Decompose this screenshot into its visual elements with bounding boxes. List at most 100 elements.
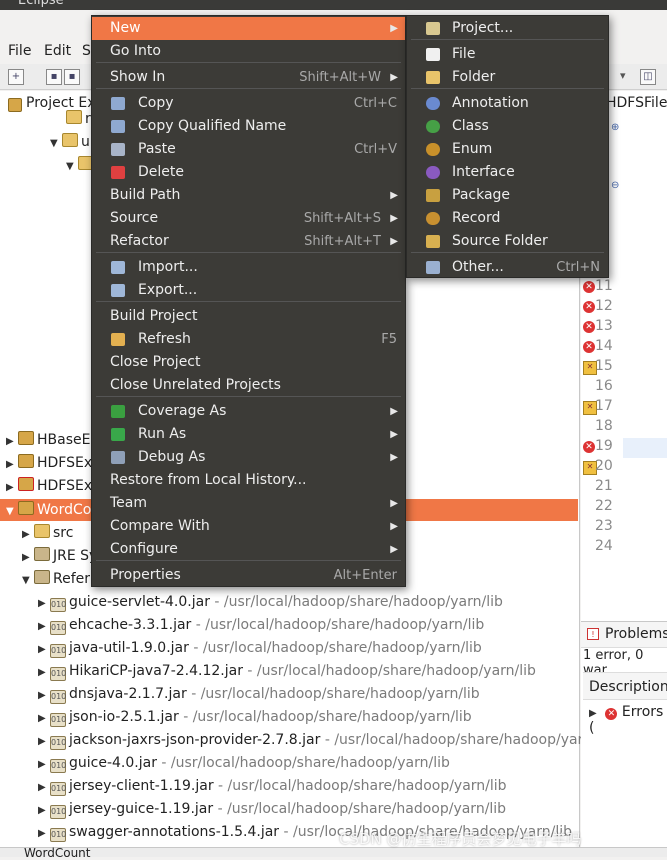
menu-item-restore-from-local-history[interactable]: Restore from Local History... [92, 469, 405, 492]
tree-row-project[interactable]: ▶ HBaseEx [6, 429, 99, 451]
menu-item-build-project[interactable]: Build Project [92, 305, 405, 328]
perspective-icon[interactable]: ◫ [640, 69, 656, 85]
tree-row-project[interactable]: ▶ HDFSEx [6, 475, 92, 497]
save-icon[interactable]: ▪ [46, 69, 62, 85]
editor-tab[interactable]: HDFSFile [606, 95, 667, 117]
chevron-right-icon[interactable]: ▶ [6, 431, 18, 453]
submenu-item-label: Other... [452, 259, 504, 275]
chevron-right-icon[interactable]: ▶ [22, 524, 34, 546]
jar-row[interactable]: ▶ 010 java-util-1.9.0.jar - /usr/local/had… [38, 637, 482, 659]
jar-row[interactable]: ▶ 010 ehcache-3.3.1.jar - /usr/local/hadoo… [38, 614, 484, 636]
chevron-right-icon[interactable]: ▶ [38, 800, 50, 822]
chevron-right-icon[interactable]: ▶ [38, 662, 50, 684]
menu-item-copy[interactable]: Copy Ctrl+C [92, 92, 405, 115]
submenu-item-enum[interactable]: Enum [407, 138, 608, 161]
tree-row-project[interactable]: ▶ HDFSEx [6, 452, 92, 474]
jar-row[interactable]: ▶ 010 guice-4.0.jar - /usr/local/hadoop/sh… [38, 752, 450, 774]
menu-item-coverage-as[interactable]: Coverage As ▶ [92, 400, 405, 423]
tree-row-jre[interactable]: ▶ JRE Sy [22, 545, 97, 567]
chevron-right-icon[interactable]: ▶ [38, 731, 50, 753]
chevron-right-icon[interactable]: ▶ [38, 616, 50, 638]
menu-item-shortcut: Alt+Enter [333, 568, 397, 583]
chevron-right-icon[interactable]: ▶ [38, 754, 50, 776]
jar-row[interactable]: ▶ 010 jersey-guice-1.19.jar - /usr/local/h… [38, 798, 506, 820]
submenu-item-annotation[interactable]: Annotation [407, 92, 608, 115]
jar-row[interactable]: ▶ 010 HikariCP-java7-2.4.12.jar - /usr/loc… [38, 660, 536, 682]
submenu-item-package[interactable]: Package [407, 184, 608, 207]
submenu-item-label: Record [452, 210, 501, 226]
jar-path: - /usr/local/hadoop/share/hadoop/yarn/li… [186, 686, 480, 702]
jar-row[interactable]: ▶ 010 json-io-2.5.1.jar - /usr/local/hadoo… [38, 706, 472, 728]
chevron-down-icon[interactable]: ▾ [620, 69, 626, 82]
jar-row[interactable]: ▶ 010 jersey-client-1.19.jar - /usr/local/… [38, 775, 507, 797]
jar-row[interactable]: ▶ 010 guice-servlet-4.0.jar - /usr/local/h… [38, 591, 503, 613]
chevron-right-icon[interactable]: ▶ [38, 708, 50, 730]
chevron-right-icon[interactable]: ▶ [589, 708, 601, 719]
menu-item-close-project[interactable]: Close Project [92, 351, 405, 374]
menu-item-team[interactable]: Team ▶ [92, 492, 405, 515]
submenu-item-project[interactable]: Project... [407, 17, 608, 40]
line-number: 11 [595, 278, 613, 294]
submenu-item-folder[interactable]: Folder [407, 66, 608, 89]
chevron-right-icon[interactable]: ▶ [38, 639, 50, 661]
menu-item-copy-qualified-name[interactable]: Copy Qualified Name [92, 115, 405, 138]
menu-item-source[interactable]: Source Shift+Alt+S ▶ [92, 207, 405, 230]
menubar-source[interactable]: S [82, 43, 91, 59]
tree-row-fragment[interactable]: ▼ u [50, 131, 90, 153]
tree-row-src[interactable]: ▶ src [22, 522, 73, 544]
fold-collapse-icon[interactable]: ⊖ [611, 180, 619, 191]
problems-tab[interactable]: ! Problems [581, 622, 667, 648]
submenu-item-file[interactable]: File [407, 43, 608, 66]
chevron-down-icon[interactable]: ▼ [50, 133, 62, 155]
chevron-right-icon[interactable]: ▶ [6, 454, 18, 476]
menu-item-configure[interactable]: Configure ▶ [92, 538, 405, 561]
tree-row-project-selected[interactable]: ▼ WordCo [6, 499, 91, 521]
menu-item-show-in[interactable]: Show In Shift+Alt+W ▶ [92, 66, 405, 89]
menu-item-new[interactable]: New ▶ [92, 17, 405, 40]
menu-item-debug-as[interactable]: Debug As ▶ [92, 446, 405, 469]
interface-icon [426, 166, 440, 179]
run-icon [111, 428, 125, 441]
submenu-item-interface[interactable]: Interface [407, 161, 608, 184]
menu-item-run-as[interactable]: Run As ▶ [92, 423, 405, 446]
menu-item-delete[interactable]: Delete [92, 161, 405, 184]
submenu-item-class[interactable]: Class [407, 115, 608, 138]
menu-item-go-into[interactable]: Go Into [92, 40, 405, 63]
menu-item-properties[interactable]: Properties Alt+Enter [92, 564, 405, 587]
menu-item-export[interactable]: Export... [92, 279, 405, 302]
error-marker-icon: ✕ [583, 281, 595, 293]
chevron-right-icon[interactable]: ▶ [38, 823, 50, 845]
save-all-icon[interactable]: ▪ [64, 69, 80, 85]
menu-item-import[interactable]: Import... [92, 256, 405, 279]
chevron-right-icon[interactable]: ▶ [38, 777, 50, 799]
chevron-down-icon[interactable]: ▼ [66, 156, 78, 178]
chevron-right-icon[interactable]: ▶ [38, 593, 50, 615]
chevron-right-icon: ▶ [390, 429, 398, 440]
menubar-file[interactable]: File [8, 43, 31, 59]
menu-item-close-unrelated-projects[interactable]: Close Unrelated Projects [92, 374, 405, 397]
tree-row-referenced-libraries[interactable]: ▼ Refer [22, 568, 90, 590]
menu-item-refresh[interactable]: Refresh F5 [92, 328, 405, 351]
jar-icon: 010 [50, 828, 66, 842]
menubar-edit[interactable]: Edit [44, 43, 71, 59]
chevron-down-icon[interactable]: ▼ [22, 570, 34, 592]
menu-item-build-path[interactable]: Build Path ▶ [92, 184, 405, 207]
menu-item-paste[interactable]: Paste Ctrl+V [92, 138, 405, 161]
chevron-down-icon[interactable]: ▼ [6, 501, 18, 523]
menu-item-label: Team [110, 495, 148, 511]
jar-row[interactable]: ▶ 010 dnsjava-2.1.7.jar - /usr/local/hadoo… [38, 683, 480, 705]
fold-expand-icon[interactable]: ⊕ [611, 122, 619, 133]
submenu-item-record[interactable]: Record [407, 207, 608, 230]
package-explorer-icon [8, 98, 22, 112]
problems-column-header[interactable]: Description [583, 672, 667, 700]
jar-row[interactable]: ▶ 010 jackson-jaxrs-json-provider-2.7.8.ja… [38, 729, 592, 751]
menu-item-compare-with[interactable]: Compare With ▶ [92, 515, 405, 538]
submenu-item-other[interactable]: Other... Ctrl+N [407, 256, 608, 279]
chevron-right-icon[interactable]: ▶ [22, 547, 34, 569]
menu-item-refactor[interactable]: Refactor Shift+Alt+T ▶ [92, 230, 405, 253]
chevron-right-icon[interactable]: ▶ [38, 685, 50, 707]
problems-errors-group[interactable]: ▶ ✕ Errors ( [589, 704, 667, 736]
submenu-item-source-folder[interactable]: Source Folder [407, 230, 608, 253]
new-icon[interactable]: + [8, 69, 24, 85]
chevron-right-icon[interactable]: ▶ [6, 477, 18, 499]
